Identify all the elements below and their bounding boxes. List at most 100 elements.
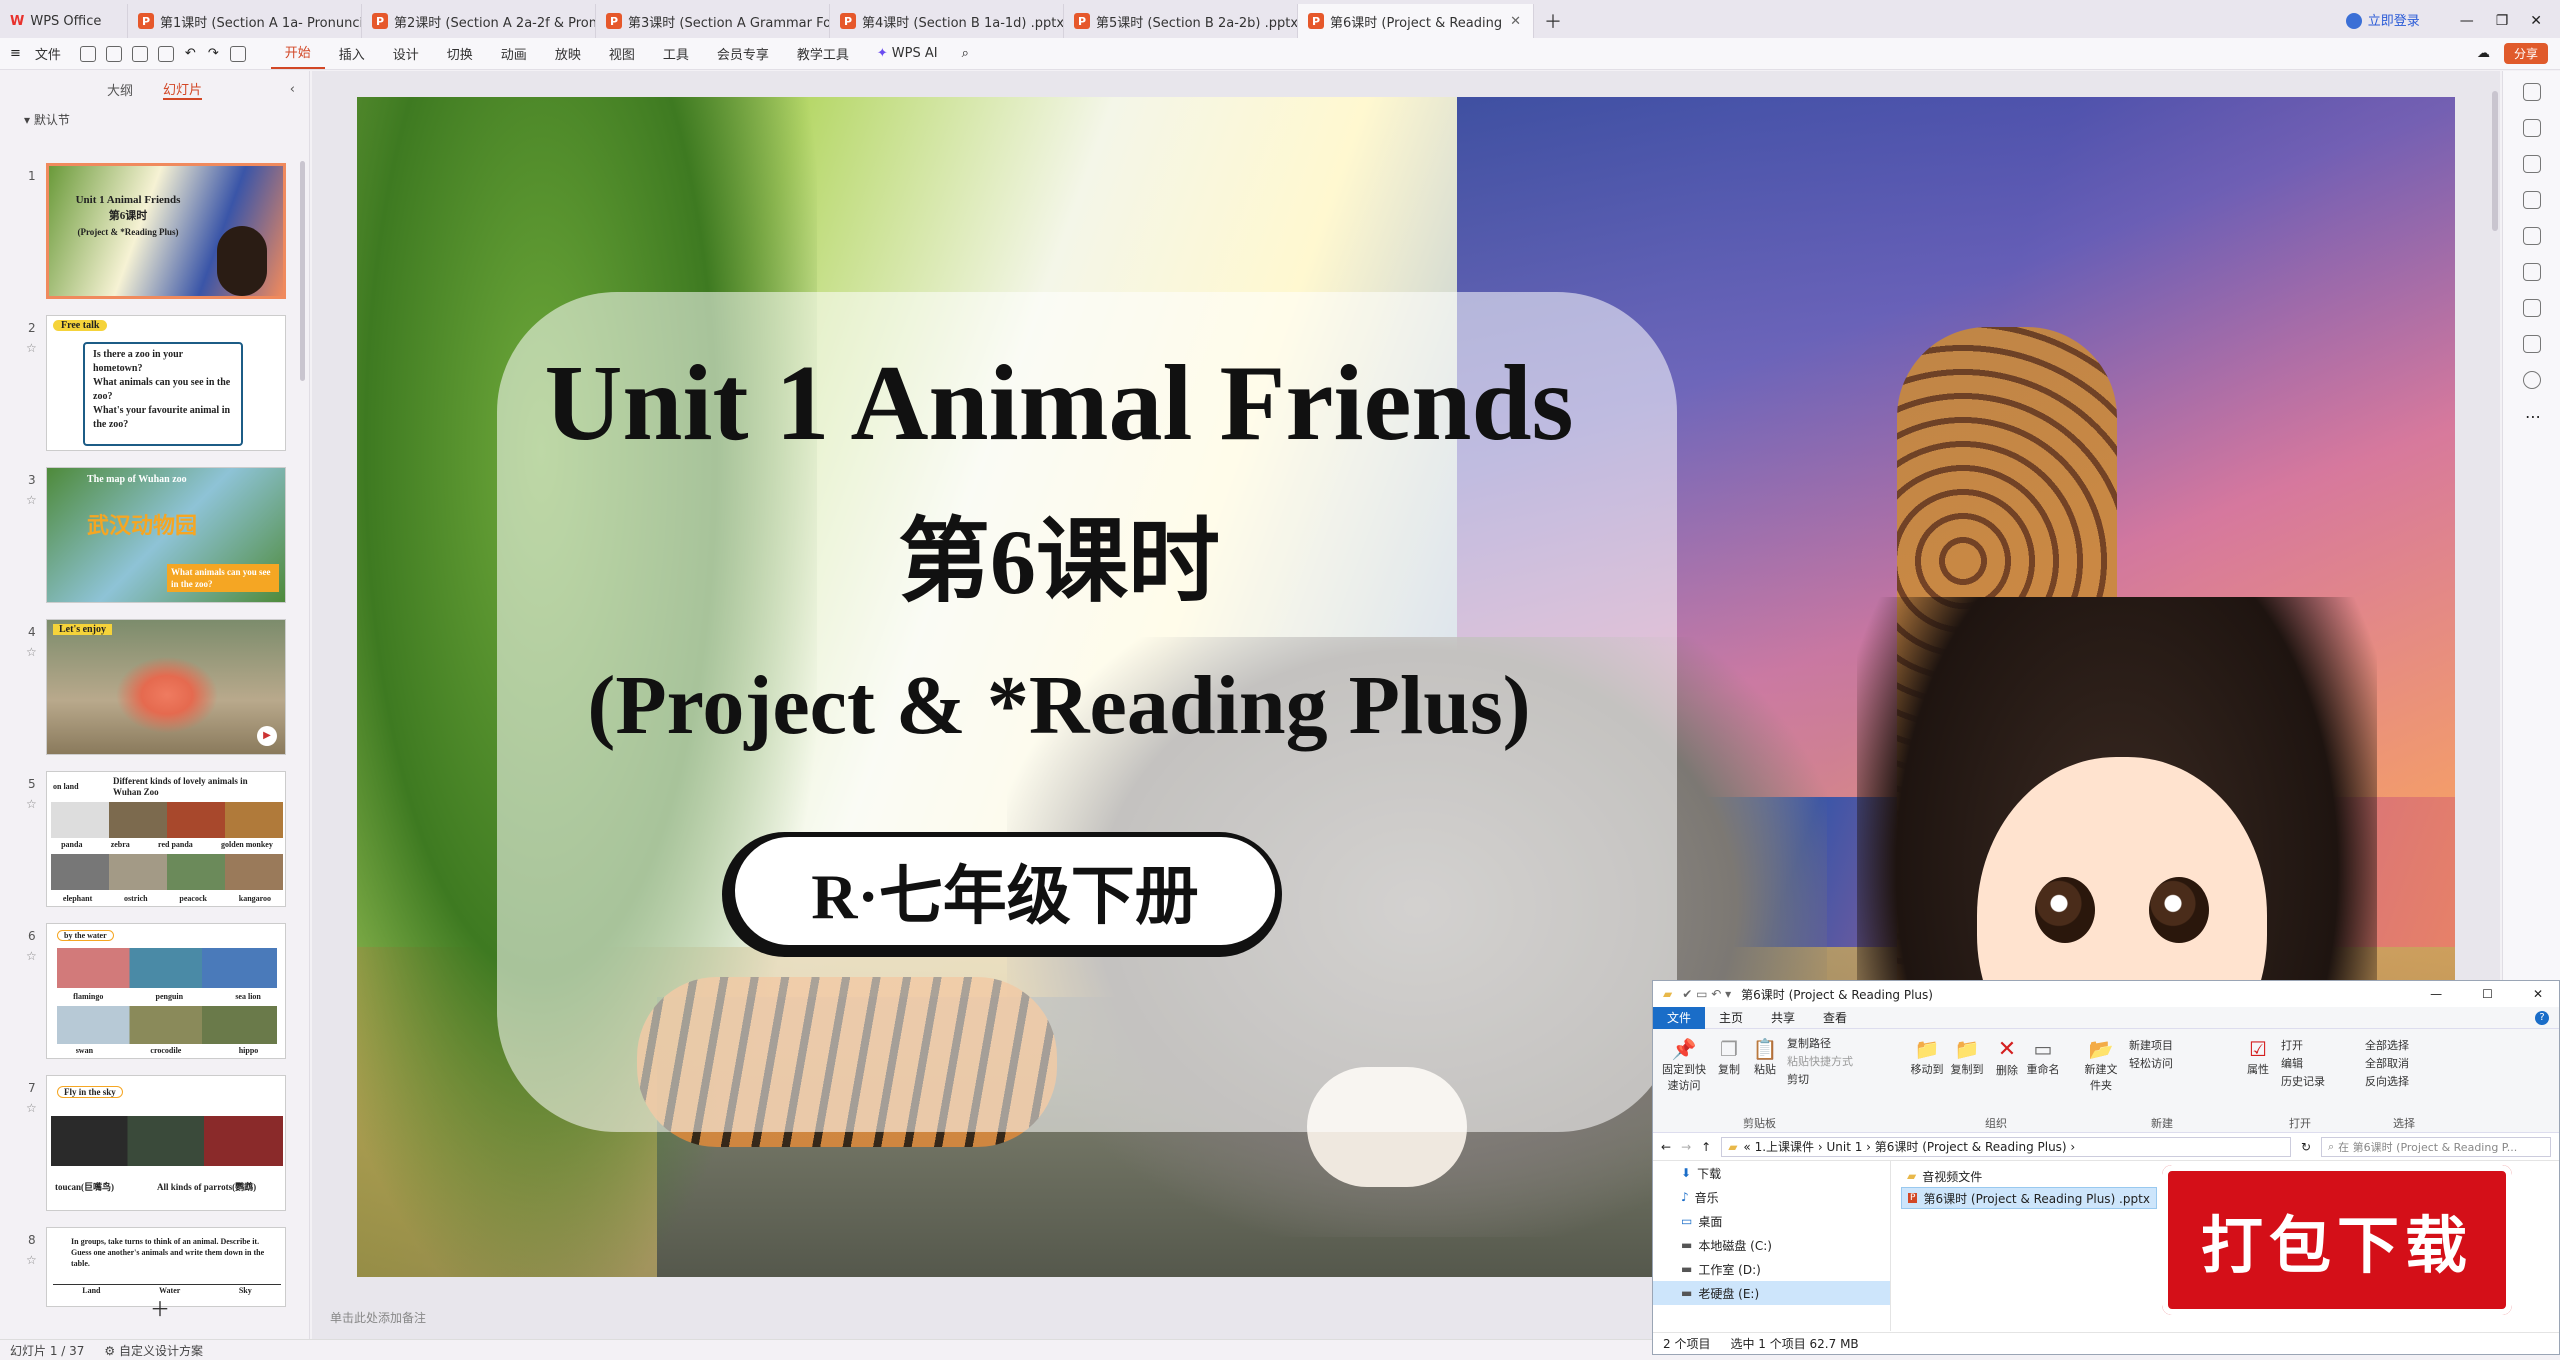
search-input[interactable]: ⌕ 在 第6课时 (Project & Reading P...	[2321, 1136, 2551, 1157]
menu-tools[interactable]: 工具	[649, 44, 703, 63]
menu-member[interactable]: 会员专享	[703, 44, 783, 63]
slide-thumbnail-4[interactable]: Let's enjoy ▶	[46, 619, 286, 755]
file-item-pptx[interactable]: P 第6课时 (Project & Reading Plus) .pptx	[1901, 1187, 2157, 1209]
minimize-icon[interactable]: —	[2460, 13, 2474, 29]
tab-doc-3[interactable]: P 第3课时 (Section A Grammar Focu	[596, 4, 830, 38]
menu-file[interactable]: 文件	[21, 44, 75, 63]
slide-thumbnail-3[interactable]: The map of Wuhan zoo 武汉动物园 What animals …	[46, 467, 286, 603]
tab-doc-2[interactable]: P 第2课时 (Section A 2a-2f & Pronu	[362, 4, 596, 38]
slide-thumbnail-6[interactable]: by the water flamingo penguin sea lion swa…	[46, 923, 286, 1059]
menu-insert[interactable]: 插入	[325, 44, 379, 63]
new-item-buttons[interactable]: 新建项目 轻松访问	[2129, 1037, 2173, 1073]
delete-button[interactable]: ✕ 删除	[1993, 1037, 2021, 1078]
nav-desktop[interactable]: ▭ 桌面	[1653, 1209, 1890, 1233]
login-link[interactable]: 立即登录	[2368, 10, 2420, 29]
slide-subtitle[interactable]: (Project & *Reading Plus)	[357, 657, 1761, 754]
nav-downloads[interactable]: ⬇ 下载	[1653, 1161, 1890, 1185]
paste-button[interactable]: 📋 粘贴	[1749, 1037, 1781, 1077]
export-icon[interactable]	[105, 45, 122, 62]
file-item-folder[interactable]: ▰ 音视频文件	[1901, 1165, 2157, 1187]
back-icon[interactable]: ←	[1661, 1140, 1671, 1154]
play-icon[interactable]: ▶	[257, 726, 277, 746]
star-icon[interactable]: ☆	[26, 797, 37, 811]
menu-teaching-tools[interactable]: 教学工具	[783, 44, 863, 63]
slide-thumb-row[interactable]: 4 ☆ Let's enjoy ▶	[0, 619, 300, 759]
thumb-scrollbar[interactable]	[300, 161, 305, 381]
add-slide-button[interactable]: ＋	[150, 1293, 170, 1322]
slide-thumb-row[interactable]: 2 ☆ Free talk Is there a zoo in your hom…	[0, 315, 300, 455]
star-icon[interactable]: ☆	[26, 1101, 37, 1115]
copy-to-button[interactable]: 📁 复制到	[1949, 1037, 1985, 1077]
clipboard-small-buttons[interactable]: 复制路径 粘贴快捷方式 剪切	[1787, 1035, 1853, 1089]
nav-drive-c[interactable]: ▬ 本地磁盘 (C:)	[1653, 1233, 1890, 1257]
more-icon[interactable]: ⋯	[2525, 407, 2541, 426]
copy-button[interactable]: ❐ 复制	[1713, 1037, 1745, 1077]
menu-wps-ai[interactable]: WPS AI	[888, 46, 952, 61]
maximize-icon[interactable]: ☐	[2482, 987, 2493, 1001]
slide-title[interactable]: Unit 1 Animal Friends	[357, 342, 1761, 466]
tab-wps-office[interactable]: W WPS Office	[0, 4, 128, 38]
select-buttons[interactable]: 全部选择 全部取消 反向选择	[2365, 1037, 2409, 1091]
nav-music[interactable]: ♪ 音乐	[1653, 1185, 1890, 1209]
tab-doc-5[interactable]: P 第5课时 (Section B 2a-2b) .pptx	[1064, 4, 1298, 38]
close-icon[interactable]: ✕	[1510, 14, 1521, 29]
restore-icon[interactable]: ❐	[2496, 13, 2509, 29]
avatar[interactable]	[2345, 13, 2362, 29]
layout-icon[interactable]	[2523, 299, 2541, 317]
redo-icon[interactable]: ↷	[208, 46, 219, 61]
forward-icon[interactable]: →	[1681, 1140, 1691, 1154]
nav-drive-d[interactable]: ▬ 工作室 (D:)	[1653, 1257, 1890, 1281]
menu-animation[interactable]: 动画	[487, 44, 541, 63]
star-icon[interactable]: ☆	[26, 949, 37, 963]
close-window-icon[interactable]: ✕	[2533, 987, 2543, 1001]
tab-doc-1[interactable]: P 第1课时 (Section A 1a- Pronunciati	[128, 4, 362, 38]
help-icon[interactable]: ?	[2535, 1010, 2549, 1025]
menu-design[interactable]: 设计	[379, 44, 433, 63]
theme-label[interactable]: ⚙ 自定义设计方案	[104, 1342, 203, 1359]
slide-lesson[interactable]: 第6课时	[357, 487, 1761, 620]
menu-transition[interactable]: 切换	[433, 44, 487, 63]
move-to-button[interactable]: 📁 移动到	[1909, 1037, 1945, 1077]
adjust-icon[interactable]	[2523, 119, 2541, 137]
slide-thumbnail-2[interactable]: Free talk Is there a zoo in your hometow…	[46, 315, 286, 451]
collapse-panel-icon[interactable]: ‹	[290, 82, 295, 97]
tab-outline[interactable]: 大纲	[107, 80, 133, 99]
star-icon[interactable]: ☆	[26, 493, 37, 507]
tools-icon[interactable]	[2523, 263, 2541, 281]
star-icon[interactable]: ☆	[26, 341, 37, 355]
nav-drive-e[interactable]: ▬ 老硬盘 (E:)	[1653, 1281, 1890, 1305]
slide-thumb-row[interactable]: 3 ☆ The map of Wuhan zoo 武汉动物园 What anim…	[0, 467, 300, 607]
close-window-icon[interactable]: ✕	[2530, 13, 2542, 29]
star-tool-icon[interactable]	[2523, 155, 2541, 173]
image-icon[interactable]	[2523, 227, 2541, 245]
slide-thumb-row[interactable]: 7 ☆ Fly in the sky toucan(巨嘴鸟) All kinds…	[0, 1075, 300, 1215]
notes-placeholder[interactable]: 单击此处添加备注	[330, 1309, 426, 1326]
slide-thumbnail-5[interactable]: Different kinds of lovely animals in Wuh…	[46, 771, 286, 907]
save-icon[interactable]	[79, 45, 96, 62]
share-button[interactable]: 分享	[2503, 43, 2548, 64]
template-icon[interactable]	[2523, 335, 2541, 353]
section-label[interactable]: ▾ 默认节	[0, 107, 309, 132]
rename-button[interactable]: ▭ 重命名	[2025, 1037, 2061, 1077]
menu-home[interactable]: 开始	[270, 39, 325, 69]
properties-button[interactable]: ☑ 属性	[2243, 1037, 2273, 1077]
search-icon[interactable]: ⌕	[962, 46, 969, 61]
page-indicator[interactable]: 幻灯片 1 / 37	[10, 1342, 84, 1359]
format-icon[interactable]	[229, 45, 246, 62]
help-icon[interactable]	[2523, 371, 2541, 389]
print-icon[interactable]	[131, 45, 148, 62]
star-icon[interactable]: ☆	[26, 1253, 37, 1267]
address-bar[interactable]: ▰ « 1.上课课件 › Unit 1 › 第6课时 (Project & Rea…	[1721, 1136, 2291, 1157]
open-buttons[interactable]: 打开 编辑 历史记录	[2281, 1037, 2325, 1091]
slide-thumb-row[interactable]: 5 ☆ Different kinds of lovely animals in…	[0, 771, 300, 911]
menu-slideshow[interactable]: 放映	[541, 44, 595, 63]
properties-icon[interactable]	[2523, 83, 2541, 101]
ribbon-tab-share[interactable]: 共享	[1757, 1007, 1809, 1029]
editor-scrollbar[interactable]	[2492, 91, 2498, 231]
refresh-icon[interactable]: ↻	[2301, 1140, 2311, 1154]
quick-access-icons[interactable]: ✔ ▭ ↶ ▾	[1682, 987, 1731, 1001]
ribbon-tab-file[interactable]: 文件	[1653, 1006, 1706, 1029]
menu-view[interactable]: 视图	[595, 44, 649, 63]
new-tab-button[interactable]: ＋	[1534, 4, 1572, 38]
slide-thumbnail-7[interactable]: Fly in the sky toucan(巨嘴鸟) All kinds of …	[46, 1075, 286, 1211]
